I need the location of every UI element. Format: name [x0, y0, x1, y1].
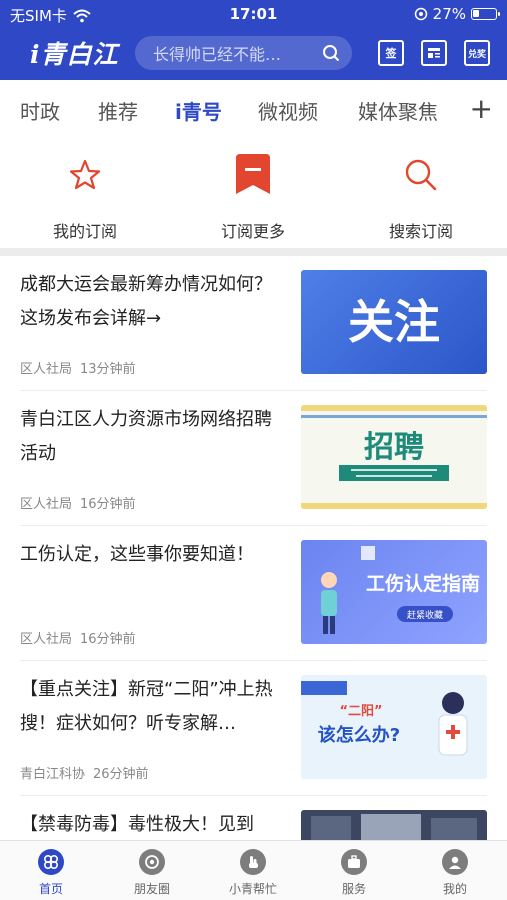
news-thumbnail: 工伤认定指南 赶紧收藏 [301, 540, 487, 644]
thumbnail-text: 关注 [348, 295, 440, 349]
newspaper-icon [428, 48, 440, 58]
nav-profile[interactable]: 我的 [405, 849, 505, 897]
thumbnail-graphic: 工伤认定指南 赶紧收藏 [321, 546, 480, 634]
tab-recommend[interactable]: 推荐 [98, 96, 138, 125]
news-source: 区人社局 [20, 632, 73, 647]
news-time: 26分钟前 [93, 767, 149, 782]
redeem-gift-icon[interactable]: 兑奖 [464, 40, 490, 66]
moments-icon [139, 849, 165, 875]
nav-home-label: 首页 [38, 882, 63, 896]
search-placeholder: 长得帅已经不能… [153, 45, 282, 64]
my-subscriptions-button[interactable]: 我的订阅 [20, 150, 150, 242]
news-item[interactable]: 【重点关注】新冠“二阳”冲上热搜！症状如何？听专家解… 青白江科协 26分钟前 “… [20, 661, 487, 796]
news-title: 工伤认定，这些事你要知道！ [20, 544, 254, 565]
orientation-lock-icon [414, 7, 427, 21]
thumbnail-subtext: 赶紧收藏 [407, 609, 443, 621]
channel-tabs: 时政 推荐 i青号 微视频 媒体聚焦 + [0, 80, 507, 140]
news-title: 成都大运会最新筹办情况如何？这场发布会详解→ [20, 274, 272, 329]
thumbnail-text: 工伤认定指南 [366, 572, 480, 595]
add-channel-icon[interactable]: + [461, 92, 493, 125]
sign-in-label: 签 [385, 47, 397, 60]
top-header: 无SIM卡 17:01 27% i青白江 长得帅已经不能… 签 兑奖 [0, 0, 507, 80]
news-item[interactable]: 青白江区人力资源市场网络招聘活动 区人社局 16分钟前 招聘 [20, 391, 487, 526]
nav-helper-label: 小青帮忙 [228, 882, 277, 896]
news-meta: 区人社局 13分钟前 [20, 358, 136, 377]
news-time: 13分钟前 [80, 362, 136, 377]
news-meta: 区人社局 16分钟前 [20, 628, 136, 647]
search-icon [323, 45, 340, 62]
my-subscriptions-label: 我的订阅 [52, 222, 117, 241]
tab-politics[interactable]: 时政 [20, 96, 60, 125]
news-meta: 青白江科协 26分钟前 [20, 763, 149, 782]
search-bar[interactable]: 长得帅已经不能… [135, 36, 352, 70]
briefcase-icon [341, 849, 367, 875]
news-thumbnail: “二阳” 该怎么办? [301, 675, 487, 779]
subscribe-more-label: 订阅更多 [220, 222, 285, 241]
app-screen: 无SIM卡 17:01 27% i青白江 长得帅已经不能… 签 兑奖 时政 推荐… [0, 0, 507, 900]
nav-home[interactable]: 首页 [1, 849, 101, 897]
search-icon [405, 159, 437, 191]
news-source: 区人社局 [20, 362, 73, 377]
tab-media-focus[interactable]: 媒体聚焦 [358, 96, 438, 125]
battery-percent: 27% [432, 5, 466, 23]
bookmark-icon [236, 154, 270, 194]
status-bar: 无SIM卡 17:01 27% [0, 0, 507, 30]
nav-services-label: 服务 [341, 882, 366, 896]
nav-profile-label: 我的 [442, 882, 467, 896]
app-logo[interactable]: i青白江 [30, 35, 119, 71]
thumbnail-graphic: 关注 [348, 295, 440, 349]
subscribe-more-button[interactable]: 订阅更多 [188, 150, 318, 242]
section-divider [0, 248, 507, 256]
news-meta: 区人社局 16分钟前 [20, 493, 136, 512]
news-thumbnail: 关注 [301, 270, 487, 374]
search-subscriptions-button[interactable]: 搜索订阅 [356, 150, 486, 242]
news-title: 【禁毒防毒】毒性极大！见到 [20, 814, 254, 835]
nav-moments[interactable]: 朋友圈 [102, 849, 202, 897]
battery-icon [471, 8, 500, 20]
sign-in-calendar-icon[interactable]: 签 [378, 40, 404, 66]
nav-moments-label: 朋友圈 [133, 882, 170, 896]
thumbnail-graphic: “二阳” 该怎么办? [301, 681, 468, 756]
status-right: 27% [414, 5, 500, 23]
nav-helper[interactable]: 小青帮忙 [203, 849, 303, 897]
thumbnail-text: 该怎么办? [318, 724, 400, 746]
home-icon [38, 849, 64, 875]
redeem-label: 兑奖 [467, 49, 486, 60]
search-subscriptions-label: 搜索订阅 [388, 222, 453, 241]
news-source: 区人社局 [20, 497, 73, 512]
news-thumbnail: 招聘 [301, 405, 487, 509]
bottom-nav: 首页 朋友圈 小青帮忙 服务 我的 [0, 840, 507, 900]
tab-micro-video[interactable]: 微视频 [258, 96, 318, 125]
news-paper-icon[interactable] [421, 40, 447, 66]
news-time: 16分钟前 [80, 497, 136, 512]
news-item[interactable]: 成都大运会最新筹办情况如何？这场发布会详解→ 区人社局 13分钟前 关注 [20, 256, 487, 391]
thumbnail-subtext: “二阳” [339, 704, 382, 719]
subscribe-row: 我的订阅 订阅更多 搜索订阅 [0, 150, 507, 248]
user-icon [442, 849, 468, 875]
star-icon [69, 159, 101, 190]
news-title: 【重点关注】新冠“二阳”冲上热搜！症状如何？听专家解… [20, 679, 273, 734]
news-source: 青白江科协 [20, 767, 86, 782]
thumbnail-text: 招聘 [364, 430, 424, 465]
hand-icon [240, 849, 266, 875]
nav-services[interactable]: 服务 [304, 849, 404, 897]
news-item[interactable]: 工伤认定，这些事你要知道！ 区人社局 16分钟前 工伤认定指南 赶紧收藏 [20, 526, 487, 661]
thumbnail-graphic: 招聘 [301, 405, 487, 509]
tab-iqing[interactable]: i青号 [175, 96, 222, 125]
news-time: 16分钟前 [80, 632, 136, 647]
news-title: 青白江区人力资源市场网络招聘活动 [20, 409, 272, 464]
